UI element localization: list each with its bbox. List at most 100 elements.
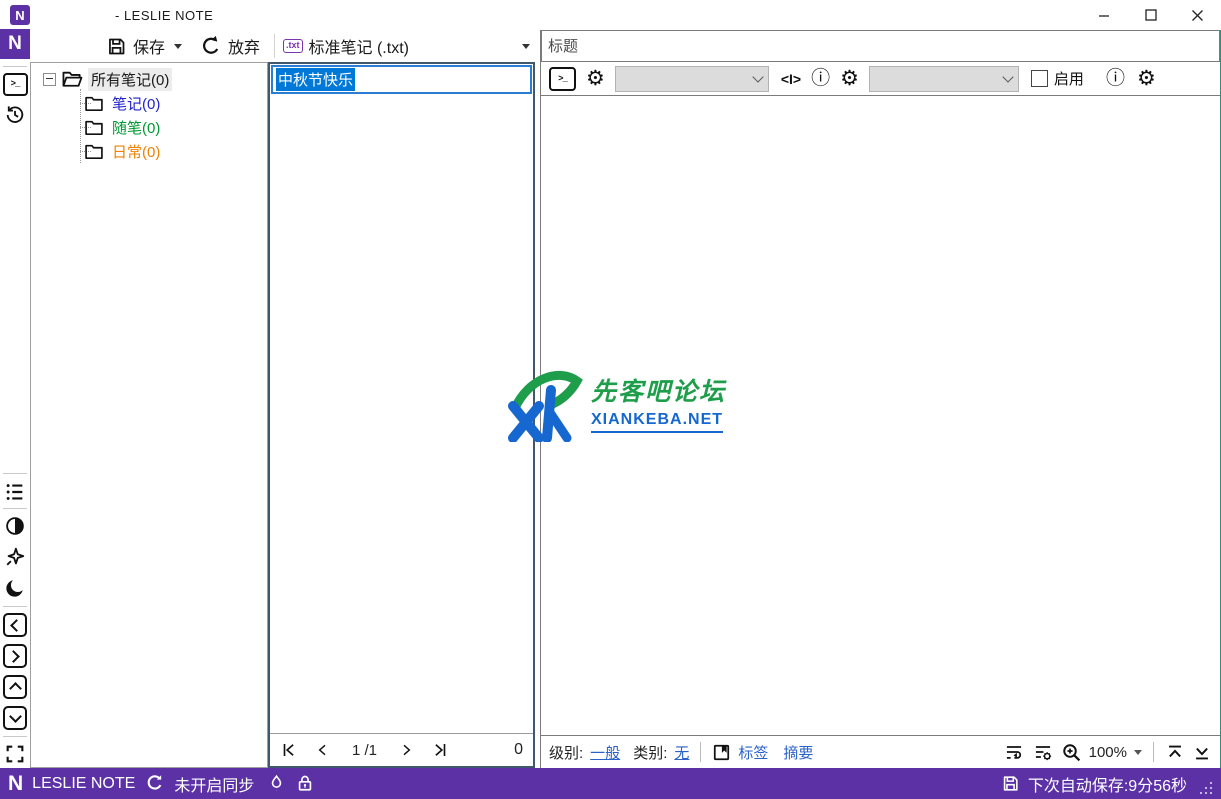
- next-page-button[interactable]: [399, 741, 415, 759]
- txt-file-icon: .txt: [283, 39, 303, 53]
- note-type-selector[interactable]: .txt 标准笔记 (.txt): [283, 34, 409, 58]
- prev-page-button[interactable]: [314, 741, 330, 759]
- rail-divider: [3, 736, 27, 737]
- save-label: 保存: [133, 34, 165, 58]
- left-rail: N >_: [0, 30, 31, 768]
- watermark-title: 先客吧论坛: [591, 372, 726, 408]
- minimize-button[interactable]: [1080, 0, 1127, 30]
- chevron-up-square-icon: [3, 675, 27, 699]
- note-list-panel: 中秋节快乐 1 /1 0: [268, 62, 535, 768]
- sidebar-item-notes[interactable]: 笔记(0): [84, 91, 267, 115]
- summary-link[interactable]: 摘要: [783, 742, 813, 763]
- contrast-icon: [4, 515, 26, 537]
- terminal-icon: >_: [3, 73, 28, 96]
- gear-icon[interactable]: ⚙: [586, 68, 605, 89]
- discard-label: 放弃: [228, 34, 260, 58]
- note-type-label: 标准笔记 (.txt): [309, 34, 409, 58]
- folder-icon: [84, 119, 104, 136]
- save-button[interactable]: 保存: [106, 34, 165, 58]
- toolbar-separator: [274, 34, 275, 58]
- collapse-icon[interactable]: [43, 73, 56, 86]
- bookmark-icon[interactable]: [712, 743, 731, 762]
- zoom-level[interactable]: 100%: [1089, 744, 1127, 761]
- note-title-input[interactable]: [542, 31, 1219, 61]
- titlebar: N - LESLIE NOTE: [0, 0, 1221, 30]
- chevron-left-square-icon: [3, 613, 27, 637]
- save-dropdown-caret[interactable]: [174, 44, 182, 49]
- outline-list-button[interactable]: [0, 478, 30, 506]
- plugin-combobox-1[interactable]: [615, 66, 769, 92]
- chevron-down-square-icon: [3, 706, 27, 730]
- chevron-down-icon: [752, 71, 763, 82]
- lock-icon[interactable]: [295, 773, 315, 794]
- terminal-icon[interactable]: >_: [549, 67, 576, 91]
- sync-icon[interactable]: [144, 773, 165, 794]
- contrast-button[interactable]: [0, 512, 30, 540]
- minimize-icon: [1097, 8, 1111, 22]
- pin-button[interactable]: [0, 543, 30, 571]
- note-type-caret[interactable]: [522, 44, 530, 49]
- app-logo-icon: N: [8, 772, 23, 796]
- sync-status[interactable]: 未开启同步: [174, 772, 254, 796]
- folder-icon: [84, 95, 104, 112]
- resize-grip[interactable]: [1199, 781, 1213, 795]
- text-cursor-icon[interactable]: <I>: [781, 71, 801, 87]
- info-icon[interactable]: ⓘ: [1106, 69, 1125, 88]
- flame-icon[interactable]: [267, 773, 286, 794]
- scroll-bottom-button[interactable]: [1192, 743, 1212, 762]
- zoom-in-icon[interactable]: [1061, 742, 1082, 763]
- sidebar-item-all-notes[interactable]: 所有笔记(0): [31, 67, 267, 91]
- last-page-button[interactable]: [431, 741, 449, 759]
- note-title-edit[interactable]: 中秋节快乐: [271, 65, 532, 94]
- wrap-settings-icon[interactable]: [1032, 742, 1054, 762]
- window-controls: [1080, 0, 1221, 30]
- save-icon: [106, 36, 127, 57]
- scroll-top-button[interactable]: [1165, 743, 1185, 762]
- tags-link[interactable]: 标签: [738, 742, 768, 763]
- category-link[interactable]: 无: [674, 742, 689, 763]
- zoom-caret[interactable]: [1134, 750, 1142, 755]
- panel-down-button[interactable]: [0, 704, 30, 732]
- info-icon[interactable]: ⓘ: [811, 69, 830, 88]
- level-label: 级别:: [549, 742, 583, 763]
- first-page-button[interactable]: [280, 741, 298, 759]
- fullscreen-button[interactable]: [0, 740, 30, 768]
- note-list-nav: 1 /1 0: [270, 733, 533, 766]
- maximize-button[interactable]: [1127, 0, 1174, 30]
- category-label: 类别:: [633, 742, 667, 763]
- rail-divider: [3, 66, 27, 67]
- tree-item-label: 所有笔记(0): [88, 68, 172, 91]
- note-title-field-wrap: [541, 30, 1220, 62]
- main-toolbar: 保存 放弃 .txt 标准笔记 (.txt): [30, 30, 535, 62]
- panel-right-button[interactable]: [0, 642, 30, 670]
- fullscreen-icon: [4, 743, 26, 765]
- plugin-combobox-2[interactable]: [869, 66, 1019, 92]
- chevron-right-square-icon: [3, 644, 27, 668]
- app-logo-button[interactable]: N: [0, 30, 30, 58]
- gear-icon[interactable]: ⚙: [1137, 68, 1156, 89]
- close-button[interactable]: [1174, 0, 1221, 30]
- enable-label: 启用: [1054, 68, 1084, 89]
- watermark-text: 先客吧论坛 XIANKEBA.NET: [591, 372, 726, 433]
- pin-icon: [4, 546, 26, 568]
- dark-mode-button[interactable]: [0, 574, 30, 602]
- list-icon: [4, 481, 26, 503]
- panel-up-button[interactable]: [0, 673, 30, 701]
- command-button[interactable]: >_: [0, 70, 30, 98]
- word-wrap-icon[interactable]: [1003, 742, 1025, 762]
- gear-icon[interactable]: ⚙: [840, 68, 859, 89]
- rail-divider: [3, 508, 27, 509]
- sidebar-item-essays[interactable]: 随笔(0): [84, 115, 267, 139]
- tree-item-label: 随笔(0): [109, 116, 163, 139]
- chevron-down-icon: [1002, 71, 1013, 82]
- autosave-status: 下次自动保存:9分56秒: [1028, 772, 1187, 796]
- panel-left-button[interactable]: [0, 611, 30, 639]
- discard-button[interactable]: 放弃: [200, 34, 260, 58]
- history-button[interactable]: [0, 101, 30, 129]
- level-link[interactable]: 一般: [590, 742, 620, 763]
- tree-item-label: 笔记(0): [109, 92, 163, 115]
- tree-item-label: 日常(0): [109, 140, 163, 163]
- enable-checkbox[interactable]: [1031, 70, 1048, 87]
- sidebar-item-daily[interactable]: 日常(0): [84, 139, 267, 163]
- app-icon: N: [10, 5, 30, 25]
